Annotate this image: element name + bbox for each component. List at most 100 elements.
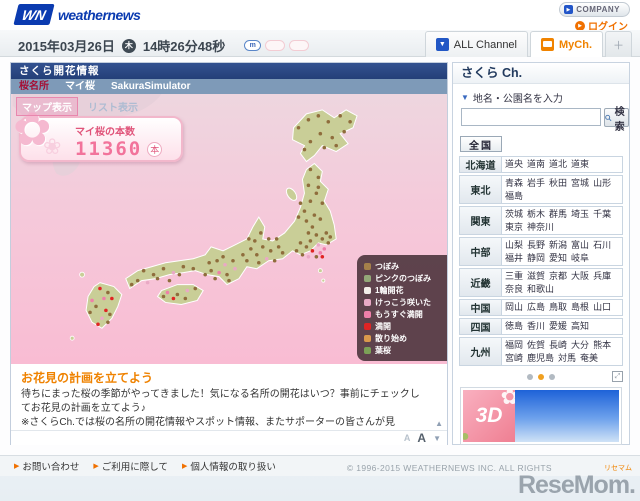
sakura-spot-dot[interactable] <box>171 270 176 275</box>
pref-link-対馬[interactable]: 対馬 <box>558 352 576 365</box>
sakura-spot-dot[interactable] <box>225 272 229 277</box>
sakura-spot-dot[interactable] <box>249 247 253 251</box>
pref-link-道北[interactable]: 道北 <box>549 158 567 171</box>
sakura-spot-dot[interactable] <box>306 183 311 188</box>
sakura-spot-dot[interactable] <box>310 225 315 229</box>
sakura-spot-dot[interactable] <box>151 272 156 277</box>
sakura-spot-dot[interactable] <box>296 215 301 219</box>
sakura-spot-dot[interactable] <box>260 245 265 249</box>
pref-link-茨城[interactable]: 茨城 <box>505 208 523 221</box>
region-button-北海道[interactable]: 北海道 <box>460 157 502 172</box>
sakura-spot-dot[interactable] <box>322 145 327 150</box>
sakura-spot-dot[interactable] <box>177 272 182 277</box>
sakura-spot-dot[interactable] <box>155 276 160 281</box>
sakura-spot-dot[interactable] <box>308 139 313 144</box>
sakura-spot-dot[interactable] <box>304 245 309 249</box>
sakura-spot-dot[interactable] <box>241 253 245 257</box>
sakura-spot-dot[interactable] <box>167 278 172 283</box>
search-input[interactable] <box>461 108 601 126</box>
region-button-関東[interactable]: 関東 <box>460 207 502 234</box>
sakura-spot-dot[interactable] <box>308 239 313 243</box>
pref-link-千葉[interactable]: 千葉 <box>593 208 611 221</box>
region-button-四国[interactable]: 四国 <box>460 319 502 334</box>
sakura-spot-dot[interactable] <box>193 286 198 291</box>
pref-link-福島[interactable]: 福島 <box>505 190 523 203</box>
sakura-spot-dot[interactable] <box>227 278 231 283</box>
sakura-spot-dot[interactable] <box>318 131 323 136</box>
all-japan-button[interactable]: 全国 <box>460 136 502 152</box>
region-button-九州[interactable]: 九州 <box>460 338 502 365</box>
pref-link-広島[interactable]: 広島 <box>527 301 545 314</box>
pref-link-福岡[interactable]: 福岡 <box>505 339 523 352</box>
sakura-spot-dot[interactable] <box>175 292 180 297</box>
sakura-spot-dot[interactable] <box>258 231 263 235</box>
pref-link-道南[interactable]: 道南 <box>527 158 545 171</box>
view-tab-リスト表示[interactable]: リスト表示 <box>88 97 138 116</box>
sakura-spot-dot[interactable] <box>322 247 327 251</box>
pref-link-鹿児島[interactable]: 鹿児島 <box>527 352 554 365</box>
search-button[interactable]: 検索 <box>604 107 629 133</box>
pref-link-愛媛[interactable]: 愛媛 <box>549 320 567 333</box>
sakura-spot-dot[interactable] <box>314 191 319 196</box>
sakura-spot-dot[interactable] <box>338 114 342 118</box>
pref-link-徳島[interactable]: 徳島 <box>505 320 523 333</box>
pref-link-山形[interactable]: 山形 <box>593 177 611 190</box>
pref-link-静岡[interactable]: 静岡 <box>527 252 545 265</box>
pref-link-香川[interactable]: 香川 <box>527 320 545 333</box>
pref-link-岩手[interactable]: 岩手 <box>527 177 545 190</box>
panel-tab-桜名所[interactable]: 桜名所 <box>19 79 49 94</box>
pref-link-群馬[interactable]: 群馬 <box>549 208 567 221</box>
sakura-spot-dot[interactable] <box>318 251 323 255</box>
pref-link-和歌山[interactable]: 和歌山 <box>527 283 554 296</box>
sakura-spot-dot[interactable] <box>221 255 225 259</box>
sakura-spot-dot[interactable] <box>306 231 311 235</box>
sakura-spot-dot[interactable] <box>304 219 309 223</box>
sakura-spot-dot[interactable] <box>302 147 307 152</box>
sakura-spot-dot[interactable] <box>161 294 166 299</box>
sakura-spot-dot[interactable] <box>102 296 106 301</box>
sakura-spot-dot[interactable] <box>185 288 190 293</box>
view-tab-マップ表示[interactable]: マップ表示 <box>16 97 78 116</box>
expand-icon[interactable]: ⤢ <box>612 371 623 382</box>
add-channel-button[interactable]: ＋ <box>605 31 632 57</box>
sakura-spot-dot[interactable] <box>100 316 104 321</box>
pref-link-神奈川[interactable]: 神奈川 <box>527 221 554 234</box>
sakura-spot-dot[interactable] <box>342 129 346 134</box>
sakura-spot-dot[interactable] <box>203 272 207 277</box>
sakura-spot-dot[interactable] <box>316 243 321 247</box>
sakura-spot-dot[interactable] <box>272 258 277 263</box>
scroll-up-icon[interactable]: ▲ <box>435 419 443 428</box>
sakura-spot-dot[interactable] <box>318 217 323 221</box>
sakura-spot-dot[interactable] <box>94 304 98 309</box>
sakura-spot-dot[interactable] <box>308 167 313 172</box>
pref-link-埼玉[interactable]: 埼玉 <box>571 208 589 221</box>
sakura-spot-dot[interactable] <box>171 296 176 301</box>
sakura-spot-dot[interactable] <box>207 260 211 265</box>
sakura-spot-dot[interactable] <box>145 280 150 285</box>
pref-link-石川[interactable]: 石川 <box>593 239 611 252</box>
sakura-spot-dot[interactable] <box>191 266 196 271</box>
sakura-spot-dot[interactable] <box>302 209 307 213</box>
sakura-spot-dot[interactable] <box>316 114 321 118</box>
pref-link-岐阜[interactable]: 岐阜 <box>571 252 589 265</box>
pref-link-東京[interactable]: 東京 <box>505 221 523 234</box>
sakura-spot-dot[interactable] <box>129 282 134 287</box>
sakura-spot-dot[interactable] <box>306 118 311 122</box>
sakura-spot-dot[interactable] <box>90 298 94 303</box>
footer-link-ご利用に際して[interactable]: ▶ ご利用に際して <box>93 459 168 473</box>
pref-link-宮城[interactable]: 宮城 <box>571 177 589 190</box>
sakura-spot-dot[interactable] <box>257 260 261 265</box>
pref-link-新潟[interactable]: 新潟 <box>549 239 567 252</box>
pref-link-山梨[interactable]: 山梨 <box>505 239 523 252</box>
sakura-spot-dot[interactable] <box>268 249 273 253</box>
pref-link-青森[interactable]: 青森 <box>505 177 523 190</box>
sakura-spot-dot[interactable] <box>183 296 188 301</box>
company-button[interactable]: ▶ COMPANY <box>559 2 630 17</box>
sakura-spot-dot[interactable] <box>316 185 321 190</box>
pref-link-奈良[interactable]: 奈良 <box>505 283 523 296</box>
pref-link-京都[interactable]: 京都 <box>549 270 567 283</box>
sakura-spot-dot[interactable] <box>141 268 146 273</box>
pref-link-熊本[interactable]: 熊本 <box>593 339 611 352</box>
sakura-spot-dot[interactable] <box>280 251 285 255</box>
promo-banner[interactable]: 3D <box>460 387 622 445</box>
